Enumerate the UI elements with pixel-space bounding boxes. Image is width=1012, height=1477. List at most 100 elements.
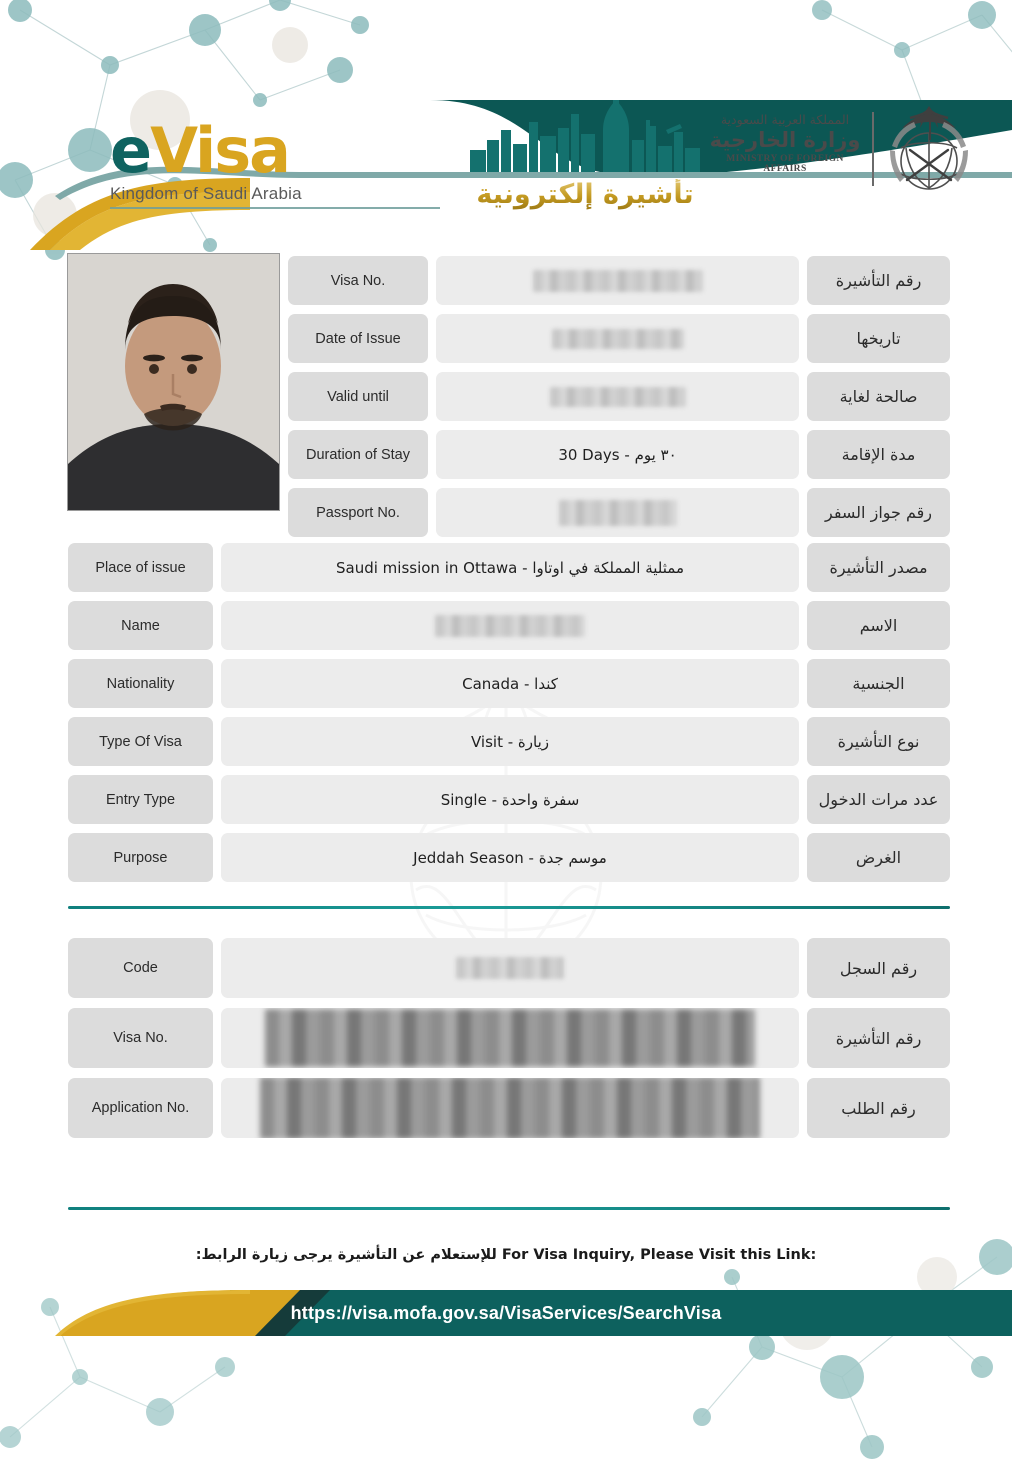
table-row: Entry Type Single - سفرة واحدة عدد مرات …	[68, 775, 950, 824]
city-skyline-icon	[470, 94, 700, 172]
section-divider-top	[68, 906, 950, 909]
row-value-text: Single - سفرة واحدة	[440, 790, 580, 809]
inquiry-note: For Visa Inquiry, Please Visit this Link…	[0, 1247, 1012, 1263]
row-value-text: Canada - كندا	[462, 674, 558, 693]
row-label-ar: رقم الطلب	[807, 1078, 950, 1138]
row-value	[436, 372, 799, 421]
row-label-ar: تاريخها	[807, 314, 950, 363]
row-value: Visit - زيارة	[221, 717, 799, 766]
evisa-arabic-title: تأشيرة إلكترونية	[470, 179, 700, 210]
row-value: Saudi mission in Ottawa - ممثلية المملكة…	[221, 543, 799, 592]
row-label-en: Code	[68, 938, 213, 998]
evisa-document: eVisa Kingdom of Saudi Arabia تأشيرة إلك…	[0, 0, 1012, 1459]
table-row: Name الاسم	[68, 601, 950, 650]
table-row: Nationality Canada - كندا الجنسية	[68, 659, 950, 708]
row-value	[436, 314, 799, 363]
visa-details-bottom: Code رقم السجل Visa No. رقم التأشيرة App…	[68, 938, 950, 1148]
row-value	[436, 256, 799, 305]
row-label-en: Entry Type	[68, 775, 213, 824]
table-row: Purpose Jeddah Season - موسم جدة الغرض	[68, 833, 950, 882]
row-label-ar: رقم جواز السفر	[807, 488, 950, 537]
row-label-en: Purpose	[68, 833, 213, 882]
redacted-value	[456, 957, 564, 979]
row-label-en: Application No.	[68, 1078, 213, 1138]
photo-placeholder-portrait	[68, 254, 279, 510]
redacted-value	[435, 614, 585, 637]
header-vertical-divider	[872, 112, 874, 186]
visa-inquiry-link-text: https://visa.mofa.gov.sa/VisaServices/Se…	[290, 1302, 722, 1323]
table-row: Visa No. رقم التأشيرة	[68, 1008, 950, 1068]
row-label-en: Visa No.	[288, 256, 428, 305]
row-label-ar: الجنسية	[807, 659, 950, 708]
row-label-en: Valid until	[288, 372, 428, 421]
table-row: Type Of Visa Visit - زيارة نوع التأشيرة	[68, 717, 950, 766]
inquiry-note-arabic: للإستعلام عن التأشيرة يرجى زيارة الرابط:	[195, 1247, 497, 1263]
row-value	[221, 1078, 799, 1138]
row-value: Canada - كندا	[221, 659, 799, 708]
row-value	[221, 1008, 799, 1068]
logo-word-visa: Visa	[150, 114, 291, 187]
row-label-ar: عدد مرات الدخول	[807, 775, 950, 824]
evisa-logo: eVisa Kingdom of Saudi Arabia	[110, 120, 450, 209]
redacted-value	[551, 328, 684, 349]
row-label-ar: صالحة لغاية	[807, 372, 950, 421]
redacted-value	[549, 386, 686, 407]
visa-details-top: Visa No. رقم التأشيرة Date of Issue تاري…	[288, 256, 950, 546]
section-divider-bottom	[68, 1207, 950, 1210]
saudi-emblem-icon	[890, 106, 968, 190]
logo-letter-e: e	[110, 114, 152, 187]
table-row: Date of Issue تاريخها	[288, 314, 950, 363]
table-row: Passport No. رقم جواز السفر	[288, 488, 950, 537]
table-row: Valid until صالحة لغاية	[288, 372, 950, 421]
row-value	[221, 938, 799, 998]
redacted-value	[558, 499, 677, 526]
document-header: eVisa Kingdom of Saudi Arabia تأشيرة إلك…	[0, 0, 1012, 250]
visa-details-middle: Place of issue Saudi mission in Ottawa -…	[68, 543, 950, 891]
logo-subtitle: Kingdom of Saudi Arabia	[110, 184, 302, 203]
table-row: Code رقم السجل	[68, 938, 950, 998]
row-label-ar: رقم التأشيرة	[807, 1008, 950, 1068]
row-label-en: Duration of Stay	[288, 430, 428, 479]
row-label-en: Passport No.	[288, 488, 428, 537]
row-value: Jeddah Season - موسم جدة	[221, 833, 799, 882]
table-row: Place of issue Saudi mission in Ottawa -…	[68, 543, 950, 592]
row-value	[436, 488, 799, 537]
row-label-en: Date of Issue	[288, 314, 428, 363]
document-footer: For Visa Inquiry, Please Visit this Link…	[0, 1215, 1012, 1345]
row-value: Single - سفرة واحدة	[221, 775, 799, 824]
table-row: Application No. رقم الطلب	[68, 1078, 950, 1138]
row-value-text: 30 Days - ٣٠ يوم	[558, 445, 677, 464]
row-label-en: Nationality	[68, 659, 213, 708]
ministry-text-block: المملكة العربية السعودية وزارة الخارجية …	[705, 112, 865, 174]
row-label-ar: مصدر التأشيرة	[807, 543, 950, 592]
applicant-photo	[67, 253, 280, 511]
logo-underline	[110, 207, 440, 209]
visa-inquiry-link[interactable]: https://visa.mofa.gov.sa/VisaServices/Se…	[0, 1290, 1012, 1336]
row-label-ar: رقم التأشيرة	[807, 256, 950, 305]
row-label-en: Visa No.	[68, 1008, 213, 1068]
emblem-block	[880, 98, 978, 211]
ministry-name-arabic: وزارة الخارجية	[709, 128, 861, 152]
row-label-ar: نوع التأشيرة	[807, 717, 950, 766]
row-label-ar: رقم السجل	[807, 938, 950, 998]
table-row: Visa No. رقم التأشيرة	[288, 256, 950, 305]
ministry-name-english: MINISTRY OF FOREIGN AFFAIRS	[726, 154, 844, 174]
row-label-ar: الغرض	[807, 833, 950, 882]
redacted-value	[260, 1078, 760, 1138]
skyline-block: تأشيرة إلكترونية	[470, 94, 700, 210]
row-label-en: Place of issue	[68, 543, 213, 592]
table-row: Duration of Stay 30 Days - ٣٠ يوم مدة ال…	[288, 430, 950, 479]
redacted-value	[532, 269, 703, 292]
row-label-en: Type Of Visa	[68, 717, 213, 766]
row-value-text: Jeddah Season - موسم جدة	[413, 848, 607, 867]
ministry-country-arabic: المملكة العربية السعودية	[720, 112, 850, 127]
row-value: 30 Days - ٣٠ يوم	[436, 430, 799, 479]
row-value-text: Visit - زيارة	[470, 732, 549, 751]
row-value-text: Saudi mission in Ottawa - ممثلية المملكة…	[335, 558, 684, 577]
row-label-en: Name	[68, 601, 213, 650]
row-label-ar: مدة الإقامة	[807, 430, 950, 479]
inquiry-note-english: For Visa Inquiry, Please Visit this Link…	[501, 1247, 817, 1263]
row-label-ar: الاسم	[807, 601, 950, 650]
redacted-value	[265, 1009, 755, 1067]
row-value	[221, 601, 799, 650]
